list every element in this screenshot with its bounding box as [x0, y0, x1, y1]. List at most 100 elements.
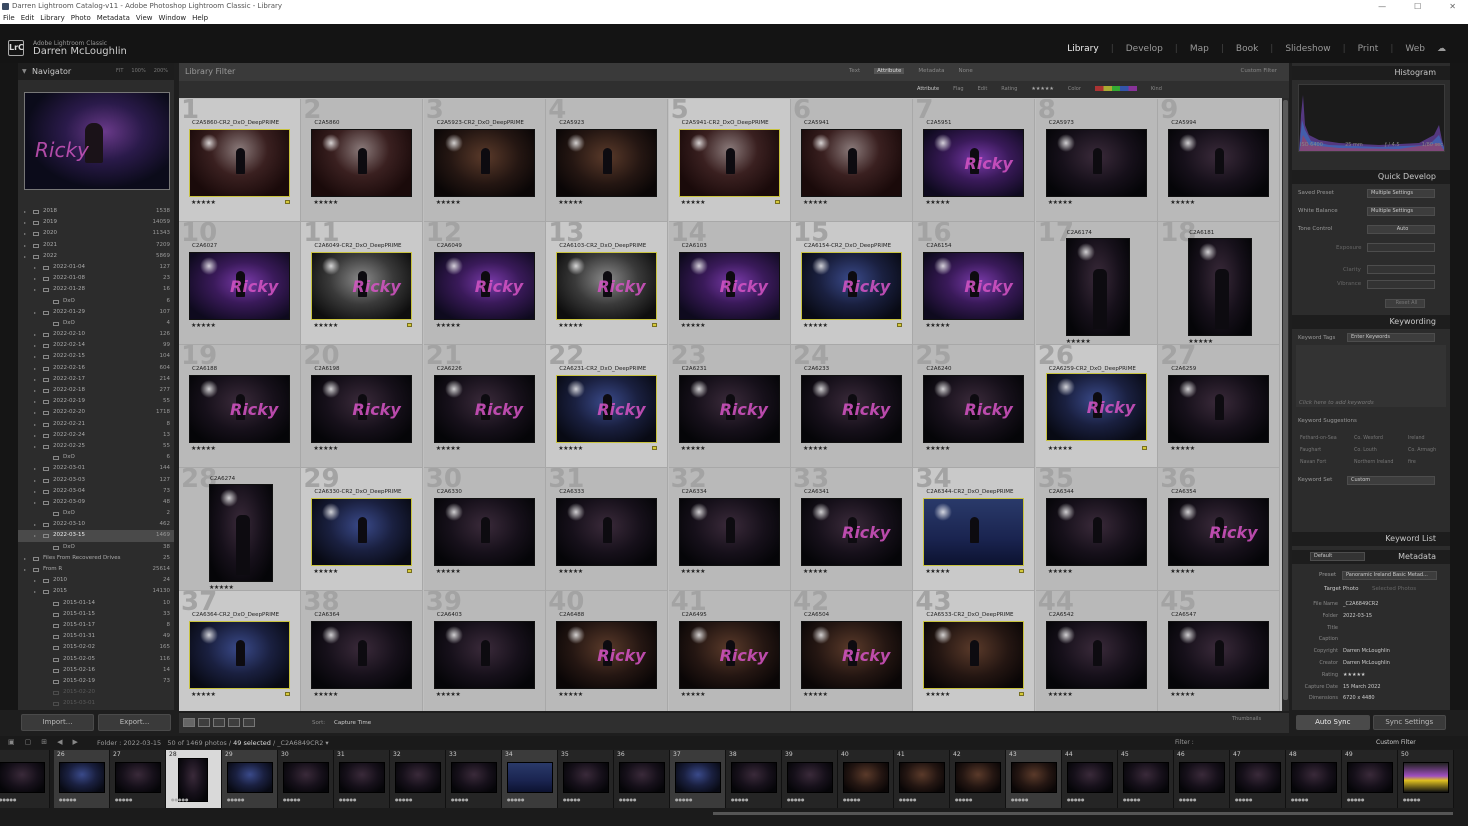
- filmstrip-cell[interactable]: 36 ●●●●●: [614, 750, 670, 808]
- attr-rating[interactable]: Rating: [1001, 86, 1017, 92]
- metadata-value[interactable]: 2022-03-15: [1343, 613, 1372, 619]
- filmstrip-cell[interactable]: 41 ●●●●●: [894, 750, 950, 808]
- folder-row[interactable]: ▸ 2022-02-16 604: [18, 363, 174, 374]
- filmstrip-cell[interactable]: 39 ●●●●●: [782, 750, 838, 808]
- exposure-buttons[interactable]: [1367, 243, 1435, 252]
- disclosure-icon[interactable]: ▸: [34, 284, 36, 295]
- rating-stars[interactable]: ★★★★★: [436, 199, 461, 206]
- rating-stars[interactable]: ★★★★★: [191, 691, 216, 698]
- disclosure-icon[interactable]: ▸: [24, 553, 26, 564]
- sort-select[interactable]: Capture Time: [334, 720, 371, 726]
- filmstrip-cell[interactable]: 46 ●●●●●: [1174, 750, 1230, 808]
- white-balance-select[interactable]: Multiple Settings: [1367, 207, 1435, 216]
- grid-cell[interactable]: 43 C2A6533-CR2_DxO_DeepPRIME ★★★★★: [913, 591, 1036, 711]
- folder-row[interactable]: ▸ From R 25614: [18, 564, 174, 575]
- grid-cell[interactable]: 12 C2A6049 Ricky ★★★★★: [423, 222, 546, 345]
- grid-cell[interactable]: 19 C2A6188 Ricky ★★★★★: [179, 345, 301, 468]
- disclosure-icon[interactable]: ▸: [34, 419, 36, 430]
- filmstrip-cell[interactable]: 33 ●●●●●: [446, 750, 502, 808]
- rating-stars[interactable]: ★★★★★: [1048, 199, 1073, 206]
- thumbnail[interactable]: Ricky: [801, 621, 902, 689]
- thumbnail[interactable]: Ricky: [189, 375, 290, 443]
- filmstrip-cell[interactable]: 27 ●●●●●: [110, 750, 166, 808]
- thumbnail[interactable]: Ricky: [923, 129, 1025, 197]
- filmstrip-cell[interactable]: 38 ●●●●●: [726, 750, 782, 808]
- thumbnail[interactable]: [556, 129, 658, 197]
- filmstrip-cell[interactable]: 47 ●●●●●: [1230, 750, 1286, 808]
- thumbnail[interactable]: Ricky: [311, 252, 413, 320]
- filmstrip-cell[interactable]: 26 ●●●●●: [54, 750, 110, 808]
- thumbnail[interactable]: Ricky: [801, 375, 902, 443]
- disclosure-icon[interactable]: ▸: [24, 564, 26, 575]
- folder-row[interactable]: ▸ 2022-03-09 48: [18, 497, 174, 508]
- module-slideshow[interactable]: Slideshow: [1285, 44, 1330, 54]
- grid-cell[interactable]: 18 C2A6181 ★★★★★: [1158, 222, 1281, 345]
- grid-cell[interactable]: 15 C2A6154-CR2_DxO_DeepPRIME Ricky ★★★★★: [791, 222, 913, 345]
- menu-item-edit[interactable]: Edit: [21, 13, 35, 24]
- module-book[interactable]: Book: [1236, 44, 1258, 54]
- thumbnail[interactable]: [189, 621, 290, 689]
- rating-stars[interactable]: ★★★★★: [209, 584, 234, 590]
- attr-flag[interactable]: Flag: [953, 86, 964, 92]
- rating-stars[interactable]: ★★★★★: [1048, 691, 1073, 698]
- folder-row[interactable]: 2015-02-20: [18, 687, 174, 698]
- folder-row[interactable]: 2015-01-17 8: [18, 620, 174, 631]
- grid-cell[interactable]: 40 C2A6488 Ricky ★★★★★: [546, 591, 669, 711]
- navigator-preview[interactable]: Ricky: [24, 92, 170, 190]
- folder-row[interactable]: ▸ 2021 7209: [18, 240, 174, 251]
- grid-cell[interactable]: 7 C2A5951 Ricky ★★★★★: [913, 99, 1036, 222]
- quick-develop-header[interactable]: Quick Develop: [1292, 170, 1450, 184]
- filmstrip-cell[interactable]: 32 ●●●●●: [390, 750, 446, 808]
- grid-cell[interactable]: 39 C2A6403 ★★★★★: [423, 591, 546, 711]
- folder-row[interactable]: ▸ 2022-03-15 1469: [18, 530, 174, 542]
- menu-item-help[interactable]: Help: [192, 13, 208, 24]
- filmstrip-cell[interactable]: 50 ●●●●●: [1398, 750, 1454, 808]
- color-filter-swatches[interactable]: [1094, 86, 1137, 91]
- grid-cell[interactable]: 34 C2A6344-CR2_DxO_DeepPRIME ★★★★★: [913, 468, 1036, 591]
- folder-row[interactable]: 2015-01-14 10: [18, 598, 174, 609]
- thumbnail[interactable]: [1168, 621, 1270, 689]
- survey-view-icon[interactable]: [228, 718, 240, 727]
- filmstrip-cell[interactable]: 29 ●●●●●: [222, 750, 278, 808]
- disclosure-icon[interactable]: ▸: [34, 497, 36, 508]
- grid-cell[interactable]: 45 C2A6547 ★★★★★: [1158, 591, 1281, 711]
- disclosure-icon[interactable]: ▸: [24, 240, 26, 251]
- thumbnail[interactable]: [433, 129, 535, 197]
- rating-stars[interactable]: ★★★★★: [558, 568, 583, 575]
- thumbnail[interactable]: Ricky: [433, 252, 535, 320]
- disclosure-icon[interactable]: ▸: [34, 441, 36, 452]
- thumbnail[interactable]: Ricky: [1168, 498, 1270, 566]
- auto-sync-button[interactable]: Auto Sync: [1296, 715, 1370, 730]
- filmstrip-cell[interactable]: 49 ●●●●●: [1342, 750, 1398, 808]
- grid-cell[interactable]: 32 C2A6334 ★★★★★: [668, 468, 791, 591]
- disclosure-icon[interactable]: ▸: [34, 351, 36, 362]
- rating-stars[interactable]: ★★★★★: [681, 199, 706, 206]
- thumbnail[interactable]: Ricky: [678, 375, 780, 443]
- menu-item-photo[interactable]: Photo: [71, 13, 91, 24]
- rating-stars[interactable]: ★★★★★: [1170, 691, 1195, 698]
- rating-stars[interactable]: ★★★★★: [558, 691, 583, 698]
- sync-settings-button[interactable]: Sync Settings: [1372, 715, 1446, 730]
- disclosure-icon[interactable]: ▸: [24, 217, 26, 228]
- disclosure-icon[interactable]: ▸: [34, 363, 36, 374]
- thumbnail[interactable]: [556, 498, 658, 566]
- folder-row[interactable]: DxO 38: [18, 542, 174, 553]
- filmstrip-cell[interactable]: 48 ●●●●●: [1286, 750, 1342, 808]
- folder-row[interactable]: 2015-01-31 49: [18, 631, 174, 642]
- rating-stars[interactable]: ★★★★★: [803, 568, 828, 575]
- folder-row[interactable]: ▸ Files From Recovered Drives 25: [18, 553, 174, 564]
- folder-row[interactable]: DxO 4: [18, 318, 174, 329]
- rating-stars[interactable]: ★★★★★: [925, 199, 950, 206]
- rating-stars[interactable]: ★★★★★: [681, 322, 706, 329]
- grid-cell[interactable]: 13 C2A6103-CR2_DxO_DeepPRIME Ricky ★★★★★: [546, 222, 669, 345]
- saved-preset-select[interactable]: Multiple Settings: [1367, 189, 1435, 198]
- thumbnail[interactable]: [1168, 375, 1270, 443]
- disclosure-icon[interactable]: ▸: [34, 329, 36, 340]
- thumbnail[interactable]: Ricky: [189, 252, 290, 320]
- reset-all-button[interactable]: Reset All: [1385, 299, 1425, 308]
- vibrance-buttons[interactable]: [1367, 280, 1435, 289]
- loupe-view-icon[interactable]: [198, 718, 210, 727]
- folder-row[interactable]: DxO 6: [18, 296, 174, 307]
- menu-item-view[interactable]: View: [136, 13, 153, 24]
- grid-cell[interactable]: 1 C2A5860-CR2_DxO_DeepPRIME ★★★★★: [179, 99, 301, 222]
